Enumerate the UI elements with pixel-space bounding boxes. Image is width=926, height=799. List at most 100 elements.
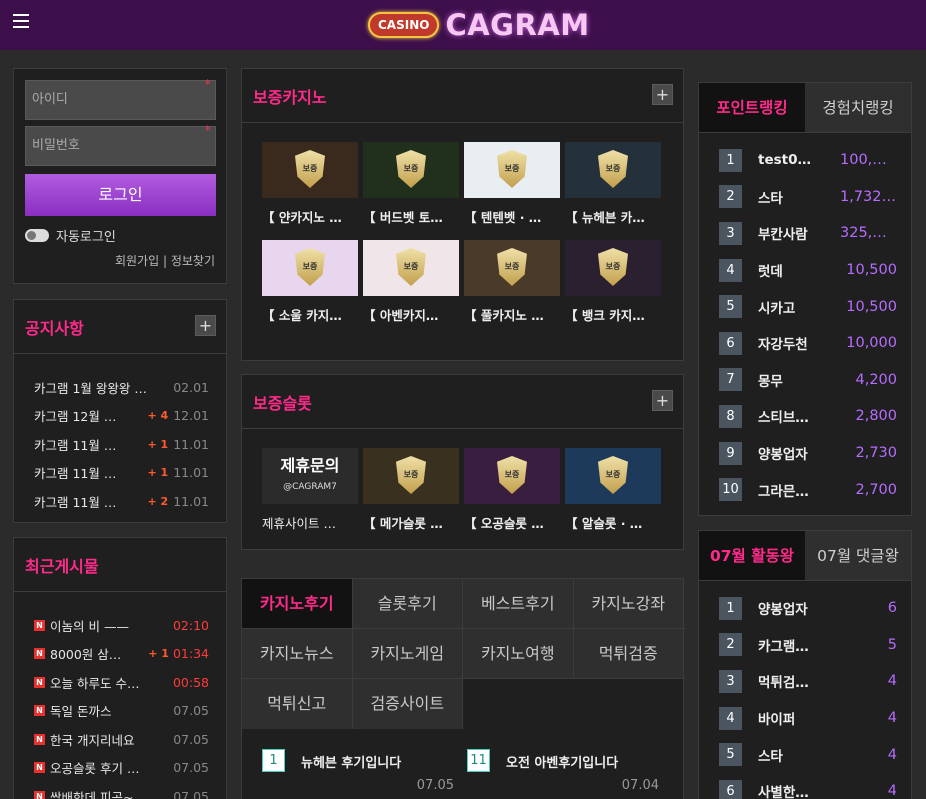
thumbnail-image[interactable] xyxy=(363,142,459,198)
site-thumbnail[interactable]: 【 오공슬롯 … xyxy=(464,448,565,532)
notice-item[interactable]: 카그램 1월 왕왕왕 … 02.01 xyxy=(34,373,209,402)
review-tab[interactable]: 베스트후기 xyxy=(463,579,574,628)
menu-icon[interactable] xyxy=(13,14,29,28)
notice-item[interactable]: 카그램 12월 … + 4 12.01 xyxy=(34,402,209,431)
thumbnail-label[interactable]: 【 텐텐벳 · … xyxy=(464,207,560,226)
thumbnail-image[interactable] xyxy=(262,142,358,198)
rank-row[interactable]: 5 시카고 10,500 xyxy=(719,288,897,325)
rank-row[interactable]: 8 스티브… 2,800 xyxy=(719,398,897,435)
thumbnail-label[interactable]: 【 뱅크 카지… xyxy=(565,305,661,324)
rank-row[interactable]: 2 카그램… 5 xyxy=(719,627,897,664)
password-input[interactable]: 비밀번호 * xyxy=(25,124,216,166)
notice-more-button[interactable]: + xyxy=(195,315,216,336)
guarantee-slot-more-button[interactable]: + xyxy=(652,390,673,411)
rank-number: 5 xyxy=(719,295,742,319)
review-tab[interactable]: 카지노게임 xyxy=(352,629,463,678)
rank-row[interactable]: 6 사별한… 4 xyxy=(719,773,897,799)
site-thumbnail[interactable]: 【 풀카지노 … xyxy=(464,240,565,324)
site-thumbnail[interactable]: 【 소울 카지… xyxy=(262,240,363,324)
rank-row[interactable]: 4 럿데 10,500 xyxy=(719,252,897,289)
point-rank-tabs: 포인트랭킹 경험치랭킹 xyxy=(699,83,911,133)
recent-post-item[interactable]: N 오늘 하루도 수… 00:58 xyxy=(34,668,209,697)
recent-post-item[interactable]: N 이놈의 비 —— 02:10 xyxy=(34,611,209,640)
notice-item[interactable]: 카그램 11월 … + 1 11.01 xyxy=(34,459,209,488)
site-thumbnail[interactable]: 【 얀카지노 … xyxy=(262,142,363,226)
thumbnail-image[interactable] xyxy=(262,240,358,296)
activity-rank-tabs: 07월 활동왕 07월 댓글왕 xyxy=(699,531,911,581)
notice-item[interactable]: 카그램 11월 … + 1 11.01 xyxy=(34,430,209,459)
thumbnail-image[interactable]: 제휴문의 @CAGRAM7 xyxy=(262,448,358,504)
review-tab[interactable]: 카지노강좌 xyxy=(573,579,684,628)
site-thumbnail[interactable]: 【 메가슬롯 … xyxy=(363,448,464,532)
tab-activity-rank[interactable]: 07월 활동왕 xyxy=(699,531,805,580)
notice-title[interactable]: 공지사항 xyxy=(25,315,84,339)
thumbnail-label[interactable]: 【 소울 카지… xyxy=(262,305,358,324)
thumbnail-label[interactable]: 【 오공슬롯 … xyxy=(464,513,560,532)
rank-row[interactable]: 10 그라믄… 2,700 xyxy=(719,471,897,508)
review-tab[interactable]: 카지노후기 xyxy=(242,579,353,628)
thumbnail-label[interactable]: 【 풀카지노 … xyxy=(464,305,560,324)
site-logo[interactable]: CASINO CAGRAM xyxy=(368,8,590,42)
site-thumbnail[interactable]: 【 뱅크 카지… xyxy=(565,240,666,324)
recent-post-item[interactable]: N 한국 개지리네요 07.05 xyxy=(34,725,209,754)
thumbnail-image[interactable] xyxy=(363,240,459,296)
tab-exp-rank[interactable]: 경험치랭킹 xyxy=(805,83,911,132)
rank-row[interactable]: 5 스타 4 xyxy=(719,736,897,773)
tab-comment-rank[interactable]: 07월 댓글왕 xyxy=(805,531,911,580)
review-tab[interactable]: 슬롯후기 xyxy=(352,579,463,628)
recent-post-item[interactable]: N 독일 돈까스 07.05 xyxy=(34,697,209,726)
logo-text: CAGRAM xyxy=(445,8,590,42)
thumbnail-image[interactable] xyxy=(464,240,560,296)
thumbnail-label[interactable]: 【 뉴헤븐 카… xyxy=(565,207,661,226)
rank-row[interactable]: 1 test0… 100,… xyxy=(719,142,897,179)
thumbnail-image[interactable] xyxy=(565,142,661,198)
login-button[interactable]: 로그인 xyxy=(25,174,216,216)
find-info-link[interactable]: 정보찾기 xyxy=(171,254,215,268)
thumbnail-image[interactable] xyxy=(363,448,459,504)
thumbnail-image[interactable] xyxy=(464,448,560,504)
signup-link[interactable]: 회원가입 xyxy=(115,254,159,268)
rank-row[interactable]: 7 몽무 4,200 xyxy=(719,362,897,399)
thumbnail-image[interactable] xyxy=(464,142,560,198)
thumbnail-label[interactable]: 【 알슬롯 · … xyxy=(565,513,661,532)
thumbnail-label[interactable]: 제휴사이트 … xyxy=(262,513,358,532)
guarantee-slot-title[interactable]: 보증슬롯 xyxy=(253,390,312,414)
recent-post-item[interactable]: N 오공슬롯 후기 … 07.05 xyxy=(34,754,209,783)
auto-login-toggle[interactable] xyxy=(25,229,49,242)
rank-row[interactable]: 3 부칸사람 325,… xyxy=(719,215,897,252)
notice-item[interactable]: 카그램 11월 … + 2 11.01 xyxy=(34,487,209,516)
site-thumbnail[interactable]: 【 아벤카지… xyxy=(363,240,464,324)
rank-row[interactable]: 4 바이퍼 4 xyxy=(719,700,897,737)
rank-row[interactable]: 2 스타 1,732… xyxy=(719,179,897,216)
rank-row[interactable]: 9 양봉업자 2,730 xyxy=(719,435,897,472)
rank-row[interactable]: 1 양봉업자 6 xyxy=(719,590,897,627)
thumbnail-label[interactable]: 【 아벤카지… xyxy=(363,305,459,324)
recent-post-item[interactable]: N 8000원 삼… + 1 01:34 xyxy=(34,640,209,669)
review-item[interactable]: 11 오전 아벤후기입니다 07.04 xyxy=(467,749,667,797)
activity-rank-panel: 07월 활동왕 07월 댓글왕 1 양봉업자 6 2 카그램… 5 3 먹튀검… 4 4 바이퍼 4 5… xyxy=(698,530,912,799)
site-thumbnail[interactable]: 【 버드벳 토… xyxy=(363,142,464,226)
review-tab[interactable]: 카지노여행 xyxy=(463,629,574,678)
site-thumbnail[interactable]: 【 알슬롯 · … xyxy=(565,448,666,532)
site-thumbnail[interactable]: 【 텐텐벳 · … xyxy=(464,142,565,226)
thumbnail-image[interactable] xyxy=(565,448,661,504)
review-item[interactable]: 1 뉴헤븐 후기입니다 07.05 xyxy=(262,749,462,797)
guarantee-casino-more-button[interactable]: + xyxy=(652,84,673,105)
review-tab[interactable]: 먹튀검증 xyxy=(573,629,684,678)
review-tab[interactable]: 먹튀신고 xyxy=(242,679,353,729)
thumbnail-label[interactable]: 【 버드벳 토… xyxy=(363,207,459,226)
thumbnail-image[interactable] xyxy=(565,240,661,296)
review-tab[interactable]: 카지노뉴스 xyxy=(242,629,353,678)
thumbnail-label[interactable]: 【 얀카지노 … xyxy=(262,207,358,226)
rank-row[interactable]: 3 먹튀검… 4 xyxy=(719,663,897,700)
tab-point-rank[interactable]: 포인트랭킹 xyxy=(699,83,805,132)
recent-title[interactable]: 최근게시물 xyxy=(25,553,99,577)
review-tab[interactable]: 검증사이트 xyxy=(352,679,463,729)
guarantee-casino-title[interactable]: 보증카지노 xyxy=(253,84,327,108)
thumbnail-label[interactable]: 【 메가슬롯 … xyxy=(363,513,459,532)
id-input[interactable]: 아이디 * xyxy=(25,78,216,120)
site-thumbnail[interactable]: 【 뉴헤븐 카… xyxy=(565,142,666,226)
site-thumbnail[interactable]: 제휴문의 @CAGRAM7 제휴사이트 … xyxy=(262,448,363,532)
rank-row[interactable]: 6 자강두천 10,000 xyxy=(719,325,897,362)
recent-post-item[interactable]: N 쌈배한데 피곤~ 07.05 xyxy=(34,782,209,799)
